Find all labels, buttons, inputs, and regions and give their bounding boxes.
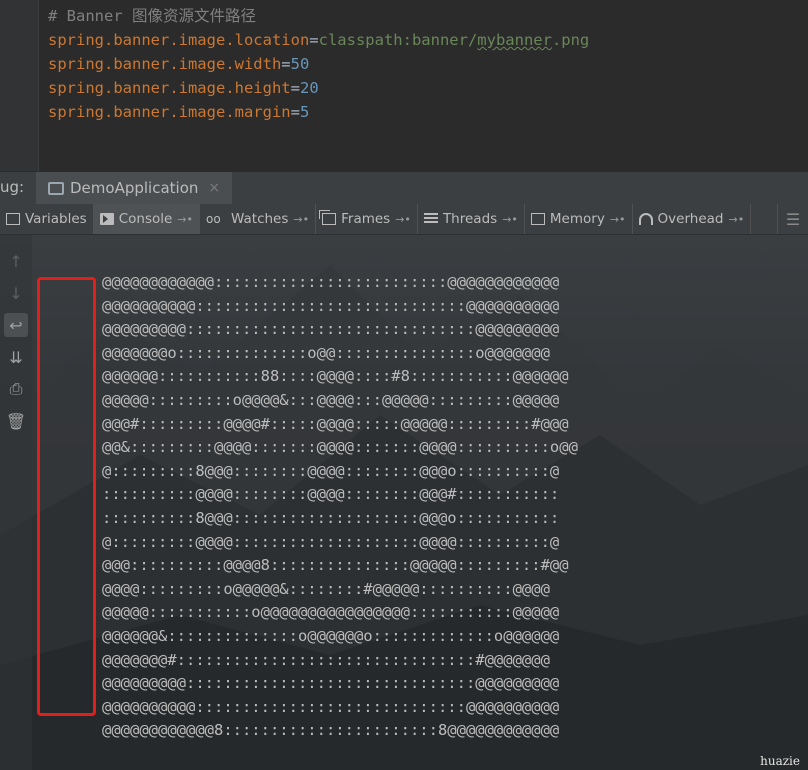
equals-sign: = — [290, 103, 300, 121]
property-value-typo: mybanner — [477, 31, 552, 49]
console-line: @@&:::::::::@@@@:::::::@@@@:::::::@@@@::… — [102, 438, 578, 457]
equals-sign: = — [281, 55, 291, 73]
scroll-to-end-icon[interactable]: ⇊ — [4, 345, 28, 369]
console-line: @@@@@@@@@@@@:::::::::::::::::::::::::@@@… — [102, 273, 560, 291]
code-editor[interactable]: # Banner 图像资源文件路径 spring.banner.image.loc… — [0, 0, 808, 171]
trash-icon[interactable]: 🗑 — [4, 409, 28, 433]
tab-label: Overhead — [657, 211, 724, 227]
console-line: ::::::::::@@@@::::::::@@@@::::::::@@@#::… — [102, 485, 560, 504]
console-output[interactable]: @@@@@@@@@@@@:::::::::::::::::::::::::@@@… — [102, 271, 578, 743]
threads-icon — [423, 213, 438, 225]
pin-icon[interactable]: →• — [177, 213, 193, 226]
pin-icon[interactable]: →• — [610, 213, 626, 226]
console-line: @@@::::::::::@@@@8:::::::::::::::@@@@@::… — [102, 556, 569, 575]
session-tab-label: DemoApplication — [70, 179, 199, 197]
console-line: @@@@:::::::::o@@@@@&::::::::#@@@@@::::::… — [102, 579, 550, 598]
tab-label: Watches — [231, 211, 289, 227]
code-line-margin: spring.banner.image.margin=5 — [48, 100, 589, 124]
console-line: @@@@@@@o::::::::::::::o@@:::::::::::::::… — [102, 343, 550, 362]
layout-menu-icon[interactable]: ☰ — [777, 204, 808, 234]
console-line: @@@@@@@@@@:::::::::::::::::::::::::::::@… — [102, 697, 560, 716]
console-panel[interactable]: ↑ ↓ ↩ ⇊ ⎙ 🗑 @@@@@@@@@@@@::::::::::::::::… — [0, 235, 808, 770]
tab-label: Variables — [25, 211, 87, 227]
console-side-toolbar: ↑ ↓ ↩ ⇊ ⎙ 🗑 — [0, 235, 32, 770]
property-key: spring.banner.image.width — [48, 55, 282, 73]
pin-icon[interactable]: →• — [728, 213, 744, 226]
tab-overhead[interactable]: Overhead →• — [633, 204, 752, 234]
console-line: @@@@@:::::::::o@@@@&:::@@@@:::@@@@@:::::… — [102, 390, 560, 409]
variables-icon — [6, 213, 20, 225]
console-line: @@@@@@@@@@:::::::::::::::::::::::::::::@… — [102, 296, 560, 315]
tab-console[interactable]: Console →• — [93, 204, 201, 234]
equals-sign: = — [290, 79, 300, 97]
application-icon — [48, 181, 64, 195]
debug-label: ug: — [0, 178, 25, 196]
code-line-location: spring.banner.image.location=classpath:b… — [48, 28, 589, 52]
soft-wrap-icon[interactable]: ↩ — [4, 313, 28, 337]
console-line: @@@@@@@@@@@@8:::::::::::::::::::::::8@@@… — [102, 721, 560, 740]
tab-label: Threads — [442, 211, 498, 227]
debug-tool-window-header: ug: DemoApplication × — [0, 171, 808, 205]
editor-gutter — [0, 0, 39, 171]
tab-watches[interactable]: oo Watches →• — [200, 204, 317, 234]
pin-icon[interactable]: →• — [502, 213, 518, 226]
properties-code[interactable]: # Banner 图像资源文件路径 spring.banner.image.loc… — [48, 4, 589, 124]
property-value: 5 — [299, 103, 310, 121]
tab-variables[interactable]: Variables — [0, 204, 94, 234]
close-icon[interactable]: × — [208, 180, 220, 196]
console-line: @:::::::::8@@@::::::::@@@@::::::::@@@o::… — [102, 461, 560, 480]
tab-memory[interactable]: Memory →• — [525, 204, 633, 234]
property-value: 20 — [299, 79, 319, 97]
frames-icon — [319, 210, 337, 225]
tab-label: Memory — [549, 211, 605, 227]
watches-icon: oo — [206, 212, 221, 226]
console-line: @@@@@@@@@:::::::::::::::::::::::::::::::… — [102, 674, 560, 693]
console-line: @@@@@:::::::::::o@@@@@@@@@@@@@@@@:::::::… — [102, 603, 560, 622]
code-line-width: spring.banner.image.width=50 — [48, 52, 589, 76]
console-line: @:::::::::@@@@::::::::::::::::::::@@@@::… — [102, 532, 560, 551]
pin-icon[interactable]: →• — [395, 213, 411, 226]
property-key: spring.banner.image.location — [48, 31, 310, 49]
console-line: ::::::::::8@@@::::::::::::::::::::@@@o::… — [102, 508, 560, 527]
console-line: @@@@@@@#::::::::::::::::::::::::::::::::… — [102, 650, 550, 669]
debugger-tabs: Variables Console →• oo Watches →• Frame… — [0, 204, 808, 235]
print-icon[interactable]: ⎙ — [4, 377, 28, 401]
property-key: spring.banner.image.margin — [48, 103, 291, 121]
session-tab-demoapplication[interactable]: DemoApplication × — [36, 172, 233, 204]
tab-label: Frames — [341, 211, 391, 227]
code-comment: # Banner 图像资源文件路径 — [48, 7, 256, 25]
tab-frames[interactable]: Frames →• — [316, 204, 418, 234]
console-line: @@@@@@@@@:::::::::::::::::::::::::::::::… — [102, 320, 560, 339]
property-value-ext: .png — [551, 31, 590, 49]
code-line-height: spring.banner.image.height=20 — [48, 76, 589, 100]
down-arrow-icon[interactable]: ↓ — [4, 281, 28, 305]
console-line: @@@#:::::::::@@@@#:::::@@@@:::::@@@@@:::… — [102, 414, 569, 433]
equals-sign: = — [309, 31, 319, 49]
up-arrow-icon[interactable]: ↑ — [4, 249, 28, 273]
watermark: huazie — [760, 754, 800, 768]
pin-icon[interactable]: →• — [293, 213, 309, 226]
property-key: spring.banner.image.height — [48, 79, 291, 97]
console-icon — [99, 213, 114, 225]
property-value: classpath:banner/ — [318, 31, 478, 49]
memory-icon — [530, 213, 545, 225]
tab-label: Console — [118, 211, 173, 227]
tab-threads[interactable]: Threads →• — [418, 204, 525, 234]
property-value: 50 — [290, 55, 310, 73]
overhead-icon — [638, 213, 653, 225]
red-highlight-box — [37, 277, 96, 716]
console-line: @@@@@@&::::::::::::::o@@@@@@o:::::::::::… — [102, 626, 560, 645]
console-line: @@@@@@:::::::::::88::::@@@@::::#8:::::::… — [102, 367, 569, 386]
